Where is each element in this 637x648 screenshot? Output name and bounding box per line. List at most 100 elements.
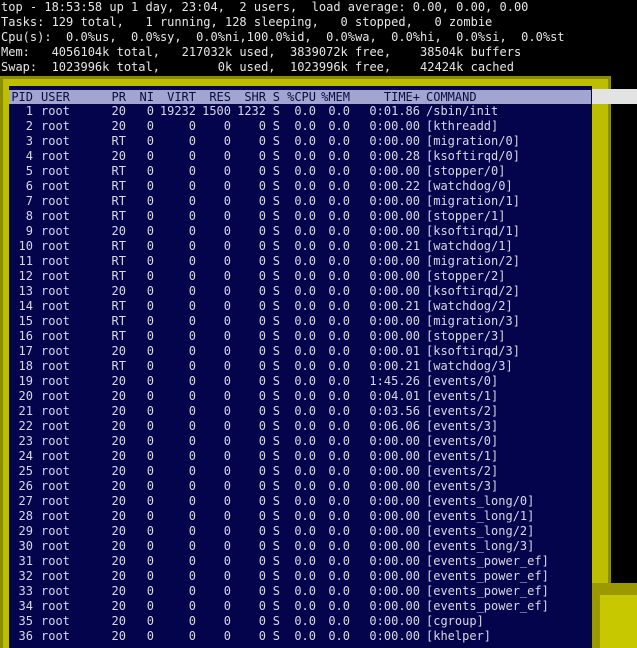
process-row[interactable]: 20 root 20 0 0 0 0 S 0.0 0.0 0:04.01 [events/1] (0, 389, 600, 404)
process-row[interactable]: 5 root RT 0 0 0 0 S 0.0 0.0 0:00.00 [stopper/0] (0, 164, 600, 179)
time-cell: 0:00.28 (369, 149, 420, 163)
process-row[interactable]: 34 root 20 0 0 0 0 S 0.0 0.0 0:00.00 [events_power_… (0, 599, 600, 614)
command-cell: [events/0] (426, 374, 499, 388)
nice-cell: 0 (146, 224, 154, 238)
virt-cell: 0 (188, 539, 196, 553)
process-row[interactable]: 1 root 20 0 19232 1500 1232 S 0.0 0.0 0:01.86/sbin… (0, 104, 600, 119)
process-row[interactable]: 32 root 20 0 0 0 0 S 0.0 0.0 0:00.00 [events_power_… (0, 569, 600, 584)
cpu-cell: 0.0 (294, 509, 316, 523)
state-cell: S (272, 524, 280, 538)
time-cell: 0:00.00 (369, 509, 420, 523)
process-row[interactable]: 36 root 20 0 0 0 0 S 0.0 0.0 0:00.00 [khelper] (0, 629, 600, 644)
nice-cell: 0 (146, 599, 154, 613)
nice-cell: 0 (146, 344, 154, 358)
process-row[interactable]: 33 root 20 0 0 0 0 S 0.0 0.0 0:00.00 [events_power_… (0, 584, 600, 599)
column-header-ni[interactable]: NI (130, 90, 154, 104)
pid-cell: 32 (18, 569, 33, 583)
state-cell: S (272, 389, 280, 403)
column-header-mem[interactable]: %MEM (318, 90, 350, 104)
pid-cell: 36 (18, 629, 33, 643)
priority-cell: 20 (111, 224, 126, 238)
process-row[interactable]: 8 root RT 0 0 0 0 S 0.0 0.0 0:00.00 [stopper/1] (0, 209, 600, 224)
process-row[interactable]: 2 root 20 0 0 0 0 S 0.0 0.0 0:00.00 [kthreadd] (0, 119, 600, 134)
state-cell: S (272, 599, 280, 613)
res-cell: 0 (223, 464, 231, 478)
pid-cell: 7 (25, 194, 33, 208)
column-header-res[interactable]: RES (200, 90, 231, 104)
user-cell: root (41, 134, 70, 148)
cpu-cell: 0.0 (294, 209, 316, 223)
state-cell: S (272, 569, 280, 583)
process-row[interactable]: 19 root 20 0 0 0 0 S 0.0 0.0 1:45.26 [events/0] (0, 374, 600, 389)
process-row[interactable]: 28 root 20 0 0 0 0 S 0.0 0.0 0:00.00 [events_long/1… (0, 509, 600, 524)
process-row[interactable]: 9 root 20 0 0 0 0 S 0.0 0.0 0:00.00 [ksoftirqd/1] (0, 224, 600, 239)
res-cell: 0 (223, 164, 231, 178)
process-row[interactable]: 23 root 20 0 0 0 0 S 0.0 0.0 0:00.00 [events/0] (0, 434, 600, 449)
mem-cell: 0.0 (328, 539, 350, 553)
column-header-pid[interactable]: PID (9, 90, 33, 104)
res-cell: 0 (223, 329, 231, 343)
process-row[interactable]: 29 root 20 0 0 0 0 S 0.0 0.0 0:00.00 [events_long/2… (0, 524, 600, 539)
process-row[interactable]: 16 root RT 0 0 0 0 S 0.0 0.0 0:00.00 [stopper/3] (0, 329, 600, 344)
process-row[interactable]: 17 root 20 0 0 0 0 S 0.0 0.0 0:00.01 [ksoftirqd/3] (0, 344, 600, 359)
process-row[interactable]: 22 root 20 0 0 0 0 S 0.0 0.0 0:06.06 [events/3] (0, 419, 600, 434)
shr-cell: 0 (258, 359, 266, 373)
time-cell: 0:00.00 (369, 254, 420, 268)
state-cell: S (272, 404, 280, 418)
process-row[interactable]: 30 root 20 0 0 0 0 S 0.0 0.0 0:00.00 [events_long/3… (0, 539, 600, 554)
column-header-time[interactable]: TIME+ (360, 90, 420, 104)
mem-cell: 0.0 (328, 179, 350, 193)
pid-cell: 10 (18, 239, 33, 253)
process-row[interactable]: 26 root 20 0 0 0 0 S 0.0 0.0 0:00.00 [events/3] (0, 479, 600, 494)
time-cell: 0:00.00 (369, 524, 420, 538)
process-row[interactable]: 4 root 20 0 0 0 0 S 0.0 0.0 0:00.28 [ksoftirqd/0] (0, 149, 600, 164)
priority-cell: 20 (111, 629, 126, 643)
process-row[interactable]: 10 root RT 0 0 0 0 S 0.0 0.0 0:00.21 [watchdog/1] (0, 239, 600, 254)
process-row[interactable]: 24 root 20 0 0 0 0 S 0.0 0.0 0:00.00 [events/1] (0, 449, 600, 464)
nice-cell: 0 (146, 149, 154, 163)
column-header-state[interactable]: S (268, 90, 280, 104)
pid-cell: 12 (18, 269, 33, 283)
process-row[interactable]: 35 root 20 0 0 0 0 S 0.0 0.0 0:00.00 [cgroup] (0, 614, 600, 629)
column-header-command[interactable]: COMMAND (426, 90, 586, 104)
process-row[interactable]: 27 root 20 0 0 0 0 S 0.0 0.0 0:00.00 [events_long/0… (0, 494, 600, 509)
priority-cell: 20 (111, 494, 126, 508)
column-header-shr[interactable]: SHR (235, 90, 266, 104)
column-header-user[interactable]: USER (41, 90, 101, 104)
process-row[interactable]: 18 root RT 0 0 0 0 S 0.0 0.0 0:00.21 [watchdog/3] (0, 359, 600, 374)
cpu-cell: 0.0 (294, 554, 316, 568)
state-cell: S (272, 314, 280, 328)
state-cell: S (272, 434, 280, 448)
pid-cell: 14 (18, 299, 33, 313)
priority-cell: 20 (111, 584, 126, 598)
column-header-pr[interactable]: PR (100, 90, 126, 104)
shr-cell: 0 (258, 464, 266, 478)
virt-cell: 0 (188, 299, 196, 313)
process-row[interactable]: 31 root 20 0 0 0 0 S 0.0 0.0 0:00.00 [events_power_… (0, 554, 600, 569)
process-row[interactable]: 25 root 20 0 0 0 0 S 0.0 0.0 0:00.00 [events/2] (0, 464, 600, 479)
process-row[interactable]: 12 root RT 0 0 0 0 S 0.0 0.0 0:00.00 [stopper/2] (0, 269, 600, 284)
mem-cell: 0.0 (328, 224, 350, 238)
process-row[interactable]: 11 root RT 0 0 0 0 S 0.0 0.0 0:00.00 [migration/2] (0, 254, 600, 269)
process-row[interactable]: 21 root 20 0 0 0 0 S 0.0 0.0 0:03.56 [events/2] (0, 404, 600, 419)
virt-cell: 0 (188, 524, 196, 538)
column-header-virt[interactable]: VIRT (158, 90, 196, 104)
priority-cell: RT (111, 254, 126, 268)
priority-cell: 20 (111, 524, 126, 538)
mem-cell: 0.0 (328, 464, 350, 478)
mem-cell: 0.0 (328, 449, 350, 463)
process-row[interactable]: 6 root RT 0 0 0 0 S 0.0 0.0 0:00.22 [watchdog/0] (0, 179, 600, 194)
priority-cell: 20 (111, 149, 126, 163)
priority-cell: RT (111, 134, 126, 148)
process-row[interactable]: 13 root 20 0 0 0 0 S 0.0 0.0 0:00.00 [ksoftirqd/2] (0, 284, 600, 299)
process-row[interactable]: 3 root RT 0 0 0 0 S 0.0 0.0 0:00.00 [migration/0] (0, 134, 600, 149)
process-row[interactable]: 7 root RT 0 0 0 0 S 0.0 0.0 0:00.00 [migration/1] (0, 194, 600, 209)
command-cell: [migration/1] (426, 194, 520, 208)
column-header-cpu[interactable]: %CPU (282, 90, 316, 104)
mem-cell: 0.0 (328, 599, 350, 613)
mem-cell: 0.0 (328, 419, 350, 433)
priority-cell: 20 (111, 284, 126, 298)
process-row[interactable]: 15 root RT 0 0 0 0 S 0.0 0.0 0:00.00 [migration/3] (0, 314, 600, 329)
process-row[interactable]: 14 root RT 0 0 0 0 S 0.0 0.0 0:00.21 [watchdog/2] (0, 299, 600, 314)
time-cell: 0:00.00 (369, 314, 420, 328)
